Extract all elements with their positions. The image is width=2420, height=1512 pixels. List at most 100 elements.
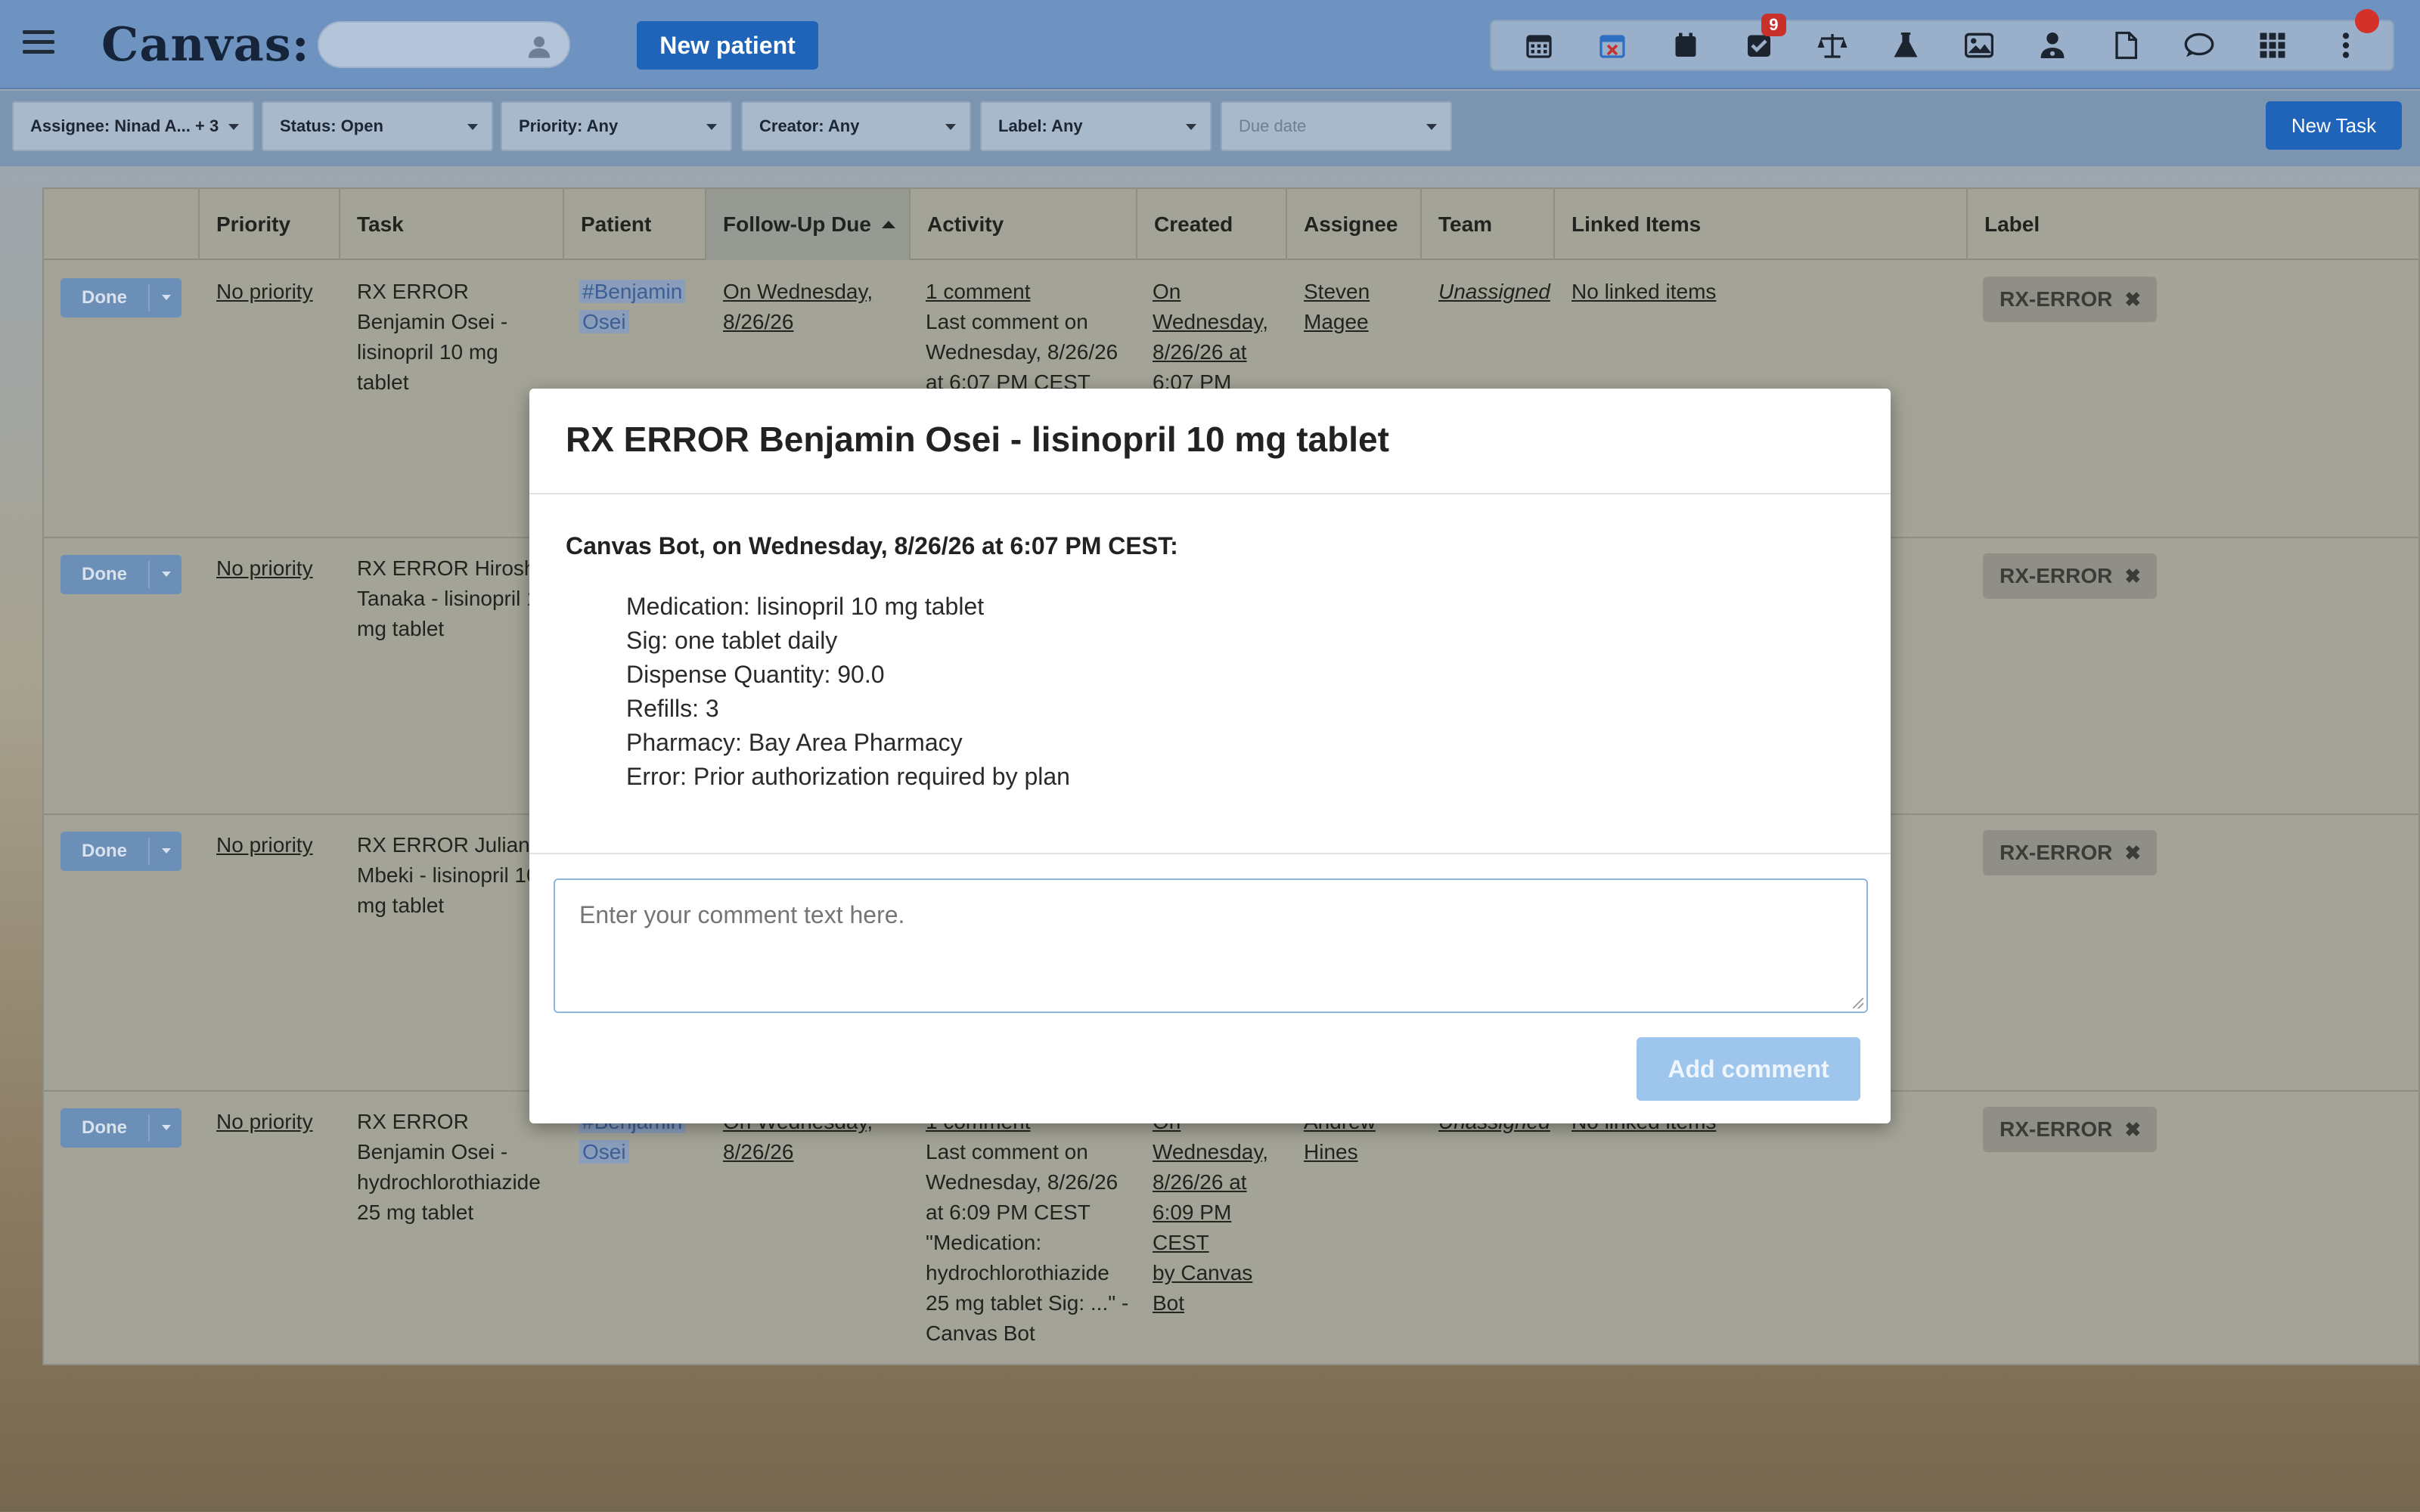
- priority-link[interactable]: No priority: [216, 1107, 313, 1137]
- done-button[interactable]: Done: [60, 555, 182, 594]
- detail-refills: Refills: 3: [626, 695, 719, 722]
- comment-textarea[interactable]: [554, 878, 1868, 1013]
- chat-icon[interactable]: [2181, 27, 2217, 64]
- image-icon[interactable]: [1961, 27, 1997, 64]
- priority-link[interactable]: No priority: [216, 553, 313, 584]
- table-row[interactable]: Done No priority RX ERROR Benjamin Osei …: [44, 1092, 2418, 1368]
- modal-divider: [529, 853, 1891, 854]
- calendar-cancel-icon[interactable]: [1594, 27, 1630, 64]
- followup-due-link[interactable]: On Wednesday, 8/26/26: [723, 277, 873, 337]
- chevron-down-icon[interactable]: [162, 572, 171, 577]
- app-logo[interactable]: Canvas:: [101, 17, 310, 72]
- detail-error: Error: Prior authorization required by p…: [626, 763, 1070, 790]
- top-navigation-bar: Canvas: New patient 9: [0, 0, 2420, 89]
- label-chip-text: RX-ERROR: [2000, 1117, 2113, 1141]
- priority-link[interactable]: No priority: [216, 277, 313, 307]
- created-link[interactable]: On Wednesday, 8/26/26 at 6:07 PM: [1153, 277, 1268, 398]
- column-header-assignee[interactable]: Assignee: [1287, 189, 1422, 260]
- notification-dot: [2355, 9, 2379, 33]
- chevron-down-icon: [945, 124, 956, 130]
- menu-icon[interactable]: [23, 30, 54, 56]
- resize-handle-icon[interactable]: [1853, 998, 1863, 1009]
- task-title[interactable]: RX ERROR Hiroshi Tanaka - lisinopril 1 m…: [357, 553, 541, 644]
- due-date-filter-label: Due date: [1239, 116, 1307, 135]
- chevron-down-icon: [467, 124, 478, 130]
- new-patient-button[interactable]: New patient: [637, 21, 818, 70]
- remove-x-icon[interactable]: ✖: [2124, 565, 2141, 588]
- label-filter-label: Label: Any: [998, 116, 1083, 135]
- calendar-solid-icon[interactable]: [1668, 27, 1704, 64]
- status-filter[interactable]: Status: Open: [262, 101, 493, 151]
- creator-filter[interactable]: Creator: Any: [741, 101, 971, 151]
- chevron-down-icon: [228, 124, 239, 130]
- comment-author: Canvas Bot, on Wednesday, 8/26/26 at 6:0…: [566, 532, 1178, 559]
- creator-filter-label: Creator: Any: [759, 116, 860, 135]
- add-comment-button[interactable]: Add comment: [1637, 1037, 1860, 1101]
- column-header-activity[interactable]: Activity: [911, 189, 1137, 260]
- column-header-followup-due-label: Follow-Up Due: [723, 212, 871, 236]
- more-vertical-icon[interactable]: [2328, 27, 2364, 64]
- tasks-count-badge: 9: [1761, 14, 1786, 36]
- task-comment-modal: RX ERROR Benjamin Osei - lisinopril 10 m…: [529, 389, 1891, 1123]
- column-header-created[interactable]: Created: [1137, 189, 1287, 260]
- label-chip: RX-ERROR ✖: [1983, 553, 2157, 599]
- task-title[interactable]: RX ERROR Benjamin Osei - lisinopril 10 m…: [357, 277, 507, 398]
- calendar-icon[interactable]: [1521, 27, 1557, 64]
- person-icon: [528, 36, 551, 58]
- doctor-icon[interactable]: [2034, 27, 2071, 64]
- chevron-down-icon[interactable]: [162, 295, 171, 300]
- team-link[interactable]: Unassigned: [1438, 277, 1550, 307]
- detail-dispense-quantity: Dispense Quantity: 90.0: [626, 661, 885, 688]
- table-header: Priority Task Patient Follow-Up Due Acti…: [44, 189, 2418, 260]
- linked-items-link[interactable]: No linked items: [1571, 277, 1716, 307]
- tasks-check-icon[interactable]: 9: [1741, 14, 1786, 64]
- patient-search-input[interactable]: [318, 21, 570, 68]
- grid-icon[interactable]: [2254, 27, 2291, 64]
- column-header-actions: [44, 189, 200, 260]
- scale-icon[interactable]: [1814, 27, 1851, 64]
- activity-cell: 1 comment Last comment on Wednesday, 8/2…: [926, 277, 1118, 398]
- remove-x-icon[interactable]: ✖: [2124, 1118, 2141, 1142]
- comment-body: Medication: lisinopril 10 mg tablet Sig:…: [626, 590, 1070, 794]
- new-task-button[interactable]: New Task: [2266, 101, 2402, 150]
- comment-box-wrapper: [554, 878, 1868, 1013]
- task-title[interactable]: RX ERROR Julian Mbeki - lisinopril 10 mg…: [357, 830, 538, 921]
- done-button[interactable]: Done: [60, 1108, 182, 1148]
- document-icon[interactable]: [2108, 27, 2144, 64]
- patient-link[interactable]: #Benjamin Osei: [579, 277, 686, 337]
- chevron-down-icon[interactable]: [162, 1125, 171, 1130]
- column-header-task[interactable]: Task: [340, 189, 564, 260]
- priority-link[interactable]: No priority: [216, 830, 313, 860]
- label-chip: RX-ERROR ✖: [1983, 277, 2157, 322]
- column-header-priority[interactable]: Priority: [200, 189, 340, 260]
- assignee-link[interactable]: Steven Magee: [1304, 277, 1370, 337]
- priority-filter-label: Priority: Any: [519, 116, 619, 135]
- column-header-patient[interactable]: Patient: [564, 189, 706, 260]
- comments-link[interactable]: 1 comment: [926, 277, 1118, 307]
- detail-pharmacy: Pharmacy: Bay Area Pharmacy: [626, 729, 963, 756]
- task-title[interactable]: RX ERROR Benjamin Osei - hydrochlorothia…: [357, 1107, 541, 1228]
- done-button-label: Done: [82, 287, 127, 308]
- done-button-label: Done: [82, 841, 127, 861]
- flask-icon[interactable]: [1888, 27, 1924, 64]
- due-date-filter[interactable]: Due date: [1221, 101, 1452, 151]
- sort-ascending-icon: [881, 221, 895, 228]
- column-header-team[interactable]: Team: [1422, 189, 1555, 260]
- priority-filter[interactable]: Priority: Any: [501, 101, 732, 151]
- column-header-followup-due[interactable]: Follow-Up Due: [706, 189, 911, 260]
- done-button[interactable]: Done: [60, 832, 182, 871]
- remove-x-icon[interactable]: ✖: [2124, 288, 2141, 311]
- chevron-down-icon[interactable]: [162, 848, 171, 854]
- assignee-filter[interactable]: Assignee: Ninad A... + 3: [12, 101, 254, 151]
- column-header-linked-items[interactable]: Linked Items: [1555, 189, 1968, 260]
- done-button[interactable]: Done: [60, 278, 182, 318]
- remove-x-icon[interactable]: ✖: [2124, 841, 2141, 865]
- column-header-label[interactable]: Label: [1968, 189, 2420, 260]
- label-filter[interactable]: Label: Any: [980, 101, 1212, 151]
- status-filter-label: Status: Open: [280, 116, 383, 135]
- toolbar-icons: 9: [1490, 14, 2394, 71]
- label-chip-text: RX-ERROR: [2000, 287, 2113, 311]
- label-chip: RX-ERROR ✖: [1983, 1107, 2157, 1152]
- created-link[interactable]: On Wednesday, 8/26/26 at 6:09 PM CEST by…: [1153, 1107, 1268, 1318]
- chevron-down-icon: [706, 124, 717, 130]
